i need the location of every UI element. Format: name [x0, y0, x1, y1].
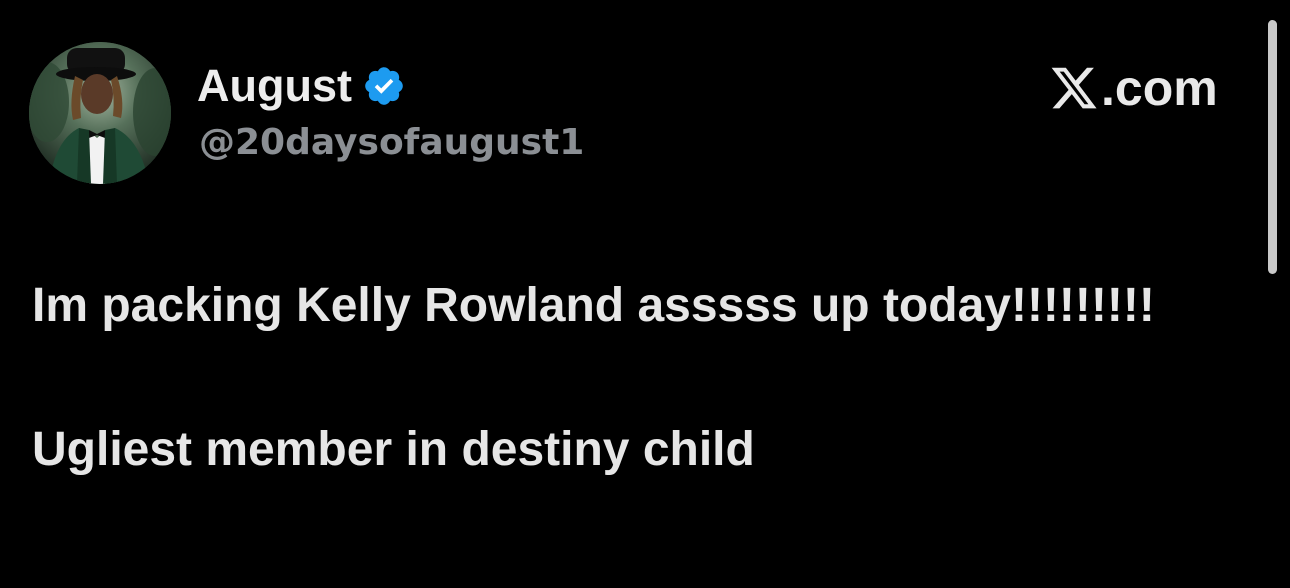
- display-name[interactable]: August: [197, 60, 352, 112]
- source-logo[interactable]: .com: [1049, 58, 1218, 118]
- source-domain: .com: [1101, 60, 1218, 116]
- avatar[interactable]: [29, 42, 171, 184]
- tweet-text: Im packing Kelly Rowland asssss up today…: [32, 270, 1212, 486]
- handle[interactable]: @20daysofaugust1: [199, 122, 584, 163]
- verified-check-icon: [362, 64, 406, 108]
- tweet-paragraph: Ugliest member in destiny child: [32, 423, 755, 476]
- tweet-paragraph: Im packing Kelly Rowland asssss up today…: [32, 279, 1155, 332]
- author-name-row: August: [197, 58, 406, 114]
- profile-photo-icon: [29, 42, 171, 184]
- x-logo-icon: [1049, 63, 1099, 113]
- tweet-card: August @20daysofaugust1 .com Im packing …: [0, 0, 1290, 588]
- scrollbar-thumb[interactable]: [1268, 20, 1277, 274]
